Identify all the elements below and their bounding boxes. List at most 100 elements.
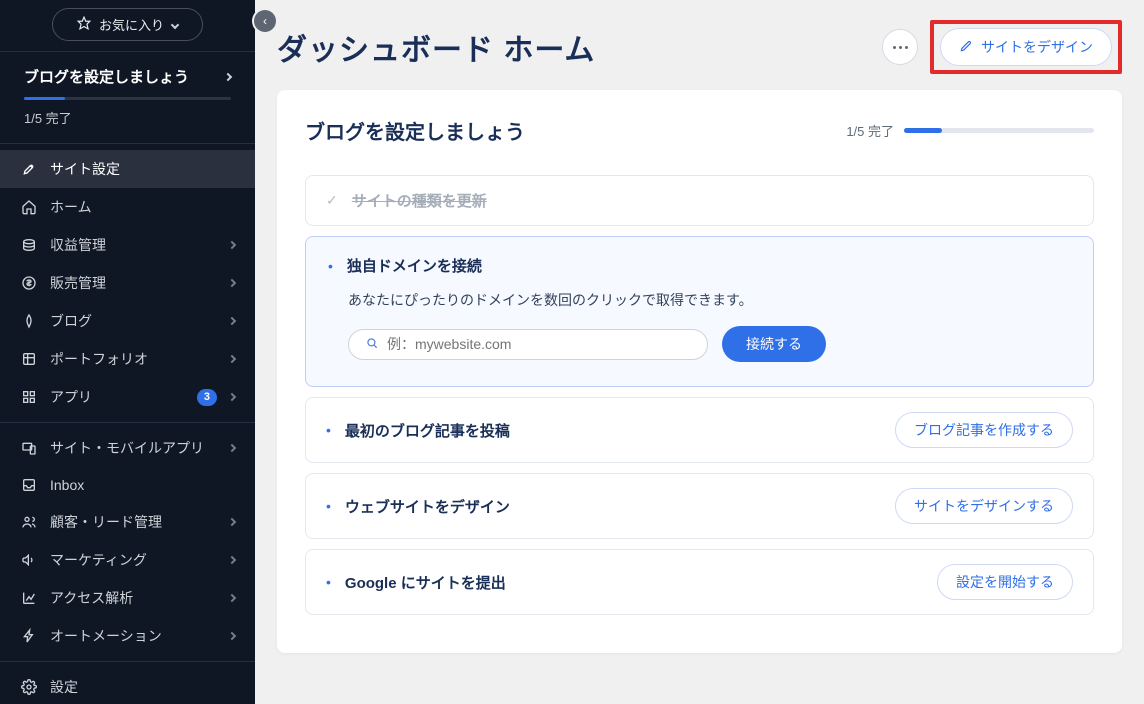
search-icon [365,336,379,353]
rocket-icon [20,160,38,178]
main-area: ダッシュボード ホーム サイトをデザイン ブログを設定しましょう 1/5 完了 … [255,0,1144,704]
inbox-icon [20,476,38,494]
bullet-icon: • [326,498,331,514]
sidebar-item-home[interactable]: ホーム [0,188,255,226]
chevron-right-icon [228,317,236,325]
chevron-right-icon [228,393,236,401]
design-site-action-button[interactable]: サイトをデザインする [895,488,1073,524]
chevron-right-icon [228,444,236,452]
sidebar-progress-label: 1/5 完了 [0,100,255,143]
card-progress-label: 1/5 完了 [846,121,894,140]
connect-domain-button[interactable]: 接続する [722,326,826,362]
sidebar-item-label: Inbox [50,477,235,493]
design-site-button[interactable]: サイトをデザイン [940,28,1112,66]
setup-step-domain: • 独自ドメインを接続 あなたにぴったりのドメインを数回のクリックで取得できます… [305,236,1094,387]
chevron-left-icon: ‹ [263,14,267,28]
step-title: サイトの種類を更新 [352,190,487,211]
favorites-label: お気に入り [99,15,164,34]
sidebar-item-label: アプリ [50,387,185,407]
card-progress-bar [904,128,942,133]
step-title: 独自ドメインを接続 [347,255,482,276]
sidebar-progress [24,97,231,100]
users-icon [20,513,38,531]
page-title: ダッシュボード ホーム [277,25,870,69]
sidebar-item-site-mobile[interactable]: サイト・モバイルアプリ [0,429,255,467]
sidebar-setup-title: ブログを設定しましょう [24,66,189,87]
card-progress: 1/5 完了 [846,121,1094,140]
sidebar-nav: サイト設定 ホーム 収益管理 販売管理 ブログ ポートフォリオ アプ [0,144,255,704]
start-google-setup-button[interactable]: 設定を開始する [937,564,1073,600]
chevron-down-icon [171,20,179,28]
sidebar-item-automation[interactable]: オートメーション [0,617,255,655]
sidebar-item-sales[interactable]: 販売管理 [0,264,255,302]
pencil-icon [959,39,973,56]
sidebar-item-label: アクセス解析 [50,588,217,608]
sidebar-item-site-settings[interactable]: サイト設定 [0,150,255,188]
chevron-right-icon [228,632,236,640]
favorites-button[interactable]: お気に入り [52,8,203,41]
create-blog-post-button[interactable]: ブログ記事を作成する [895,412,1073,448]
apps-badge: 3 [197,389,217,406]
step-title: Google にサイトを提出 [345,572,506,593]
step-description: あなたにぴったりのドメインを数回のクリックで取得できます。 [348,290,1071,310]
chevron-right-icon [228,556,236,564]
sidebar-item-analytics[interactable]: アクセス解析 [0,579,255,617]
megaphone-icon [20,551,38,569]
sidebar-item-label: マーケティング [50,550,217,570]
page-header: ダッシュボード ホーム サイトをデザイン [255,0,1144,90]
gear-icon [20,678,38,696]
bolt-icon [20,627,38,645]
sidebar-item-marketing[interactable]: マーケティング [0,541,255,579]
sidebar-progress-bar [24,97,65,100]
sidebar-item-label: ブログ [50,311,217,331]
step-title: 最初のブログ記事を投稿 [345,420,510,441]
setup-step-first-post[interactable]: • 最初のブログ記事を投稿 ブログ記事を作成する [305,397,1094,463]
sidebar-item-label: サイト設定 [50,159,235,179]
setup-card: ブログを設定しましょう 1/5 完了 ✓ サイトの種類を更新 • 独自ドメインを… [277,90,1122,653]
sidebar-item-inbox[interactable]: Inbox [0,467,255,503]
pen-icon [20,312,38,330]
sidebar-item-label: サイト・モバイルアプリ [50,438,217,458]
domain-input[interactable] [387,336,691,352]
setup-step-done[interactable]: ✓ サイトの種類を更新 [305,175,1094,226]
sidebar-item-monetization[interactable]: 収益管理 [0,226,255,264]
apps-icon [20,388,38,406]
card-title: ブログを設定しましょう [305,116,830,145]
sidebar-collapse-button[interactable]: ‹ [254,10,276,32]
chevron-right-icon [228,241,236,249]
sidebar: お気に入り ブログを設定しましょう 1/5 完了 サイト設定 ホーム 収益管理 … [0,0,255,704]
chevron-right-icon [228,279,236,287]
design-site-label: サイトをデザイン [981,37,1093,57]
sidebar-item-portfolio[interactable]: ポートフォリオ [0,340,255,378]
sidebar-item-label: 販売管理 [50,273,217,293]
check-icon: ✓ [326,192,338,209]
dollar-icon [20,274,38,292]
sidebar-item-settings[interactable]: 設定 [0,668,255,704]
sidebar-item-blog[interactable]: ブログ [0,302,255,340]
sidebar-item-customers[interactable]: 顧客・リード管理 [0,503,255,541]
chevron-right-icon [228,594,236,602]
devices-icon [20,439,38,457]
more-actions-button[interactable] [882,29,918,65]
chevron-right-icon [228,355,236,363]
sidebar-item-apps[interactable]: アプリ 3 [0,378,255,416]
setup-step-design[interactable]: • ウェブサイトをデザイン サイトをデザインする [305,473,1094,539]
bullet-icon: • [326,574,331,590]
bullet-icon: • [326,422,331,438]
grid-icon [20,350,38,368]
step-title: ウェブサイトをデザイン [345,496,510,517]
sidebar-item-label: ホーム [50,197,235,217]
bullet-icon: • [328,258,333,274]
star-icon [77,16,91,33]
domain-input-wrap[interactable] [348,329,708,360]
sidebar-setup-row[interactable]: ブログを設定しましょう [0,52,255,97]
sidebar-item-label: オートメーション [50,626,217,646]
chevron-right-icon [228,518,236,526]
sidebar-item-label: 顧客・リード管理 [50,512,217,532]
chevron-right-icon [224,72,232,80]
setup-step-google[interactable]: • Google にサイトを提出 設定を開始する [305,549,1094,615]
coins-icon [20,236,38,254]
sidebar-item-label: 収益管理 [50,235,217,255]
chart-icon [20,589,38,607]
sidebar-item-label: ポートフォリオ [50,349,217,369]
